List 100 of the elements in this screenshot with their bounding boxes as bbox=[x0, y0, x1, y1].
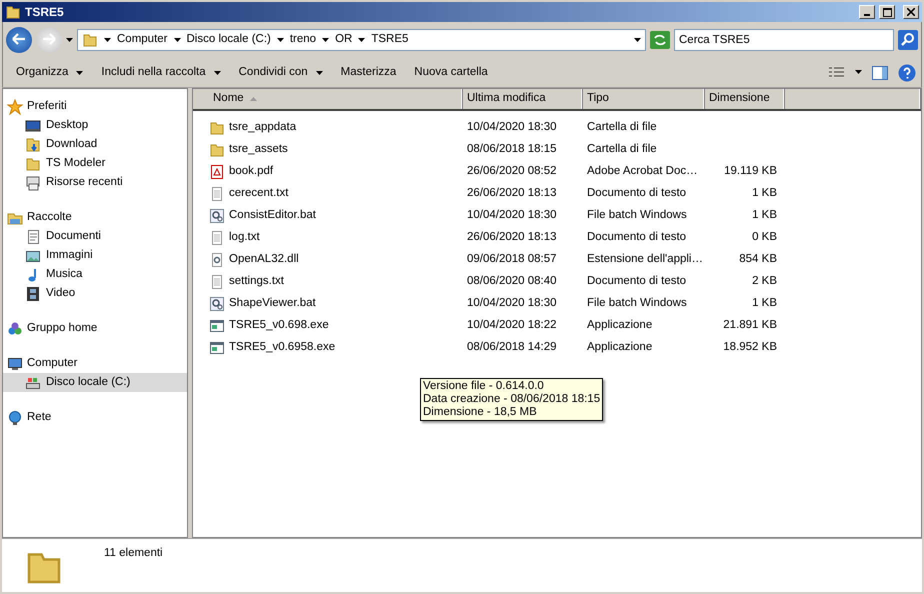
navigation-item[interactable]: Disco locale (C:) bbox=[3, 373, 187, 392]
file-row[interactable]: settings.txt 08/06/2020 08:40 Documento di testo 2 KB bbox=[193, 271, 921, 293]
back-arrow-icon bbox=[12, 33, 26, 46]
toolbar-button[interactable]: Organizza bbox=[8, 62, 92, 84]
folder-icon bbox=[5, 4, 21, 20]
text-file-icon bbox=[209, 186, 225, 202]
breadcrumb-item[interactable]: TSRE5 bbox=[371, 31, 408, 49]
file-size: 19.119 KB bbox=[724, 165, 777, 178]
file-type: Adobe Acrobat Doc… bbox=[587, 165, 698, 178]
navigation-header[interactable]: Preferiti bbox=[3, 97, 187, 116]
file-row[interactable]: OpenAL32.dll 09/06/2018 08:57 Estensione dell'appli… 854 KB bbox=[193, 249, 921, 271]
modified-date: 09/06/2018 08:57 bbox=[467, 253, 557, 266]
navigation-item[interactable]: Video bbox=[3, 284, 187, 303]
download-folder-icon bbox=[25, 136, 41, 152]
network-icon bbox=[7, 410, 23, 426]
file-name: settings.txt bbox=[229, 274, 284, 290]
caret-icon bbox=[66, 38, 73, 42]
caret-icon bbox=[214, 70, 221, 74]
modified-date: 26/06/2020 08:52 bbox=[467, 165, 557, 178]
view-options-icon[interactable] bbox=[829, 66, 845, 78]
caret-icon bbox=[634, 38, 641, 42]
navigation-item[interactable]: Immagini bbox=[3, 246, 187, 265]
caret-icon bbox=[322, 38, 330, 42]
help-icon[interactable] bbox=[898, 64, 916, 82]
text-file-icon bbox=[209, 274, 225, 290]
modified-date: 08/06/2020 08:40 bbox=[467, 275, 557, 288]
breadcrumb-item[interactable]: OR bbox=[335, 31, 352, 49]
item-count: 11 elementi bbox=[103, 546, 163, 561]
file-name: ConsistEditor.bat bbox=[229, 208, 316, 224]
file-type: Applicazione bbox=[587, 341, 652, 354]
file-name: log.txt bbox=[229, 230, 260, 246]
file-row[interactable]: tsre_assets 08/06/2018 18:15 Cartella di file bbox=[193, 139, 921, 161]
file-type: File batch Windows bbox=[587, 209, 687, 222]
file-name: ShapeViewer.bat bbox=[229, 296, 316, 312]
caret-icon bbox=[276, 38, 284, 42]
modified-date: 26/06/2020 18:13 bbox=[467, 231, 557, 244]
file-row[interactable]: log.txt 26/06/2020 18:13 Documento di testo 0 KB bbox=[193, 227, 921, 249]
file-row[interactable]: cerecent.txt 26/06/2020 18:13 Documento di testo 1 KB bbox=[193, 183, 921, 205]
refresh-icon[interactable] bbox=[650, 31, 670, 49]
navigation-header[interactable]: Gruppo home bbox=[3, 319, 187, 338]
breadcrumb-item[interactable]: Computer bbox=[117, 31, 168, 49]
toolbar-button[interactable]: Nuova cartella bbox=[406, 62, 496, 84]
modified-date: 10/04/2020 18:30 bbox=[467, 121, 557, 134]
toolbar-button[interactable]: Masterizza bbox=[332, 62, 404, 84]
folder-icon bbox=[25, 156, 41, 172]
file-name: tsre_assets bbox=[229, 142, 288, 158]
caret-icon bbox=[104, 38, 111, 42]
modified-date: 08/06/2018 14:29 bbox=[467, 341, 557, 354]
file-type: Documento di testo bbox=[587, 231, 686, 244]
file-size: 1 KB bbox=[752, 209, 777, 222]
navigation-item[interactable]: Risorse recenti bbox=[3, 173, 187, 192]
preview-pane-icon[interactable] bbox=[872, 66, 888, 80]
navigation-item[interactable]: Documenti bbox=[3, 227, 187, 246]
gear-file-icon bbox=[209, 208, 225, 224]
navigation-header[interactable]: Raccolte bbox=[3, 208, 187, 227]
close-button[interactable] bbox=[903, 5, 919, 19]
desktop-icon bbox=[25, 118, 41, 134]
file-name: cerecent.txt bbox=[229, 186, 288, 202]
file-row[interactable]: tsre_appdata 10/04/2020 18:30 Cartella di file bbox=[193, 117, 921, 139]
sort-arrow-icon bbox=[250, 97, 257, 101]
maximize-button[interactable] bbox=[879, 5, 895, 19]
file-size: 18.952 KB bbox=[723, 341, 777, 354]
folder-icon bbox=[209, 120, 225, 136]
navigation-item[interactable]: TS Modeler bbox=[3, 154, 187, 173]
document-icon bbox=[25, 228, 41, 244]
caret-icon bbox=[174, 38, 180, 42]
file-type: Documento di testo bbox=[587, 187, 686, 200]
address-bar[interactable]: Computer Disco locale (C:) treno OR TSRE5 bbox=[77, 29, 646, 51]
navigation-item[interactable]: Download bbox=[3, 135, 187, 154]
toolbar-button[interactable]: Condividi con bbox=[230, 62, 331, 84]
navigation-header[interactable]: Computer bbox=[3, 354, 187, 373]
navigation-item[interactable]: Musica bbox=[3, 265, 187, 284]
folder-icon bbox=[209, 142, 225, 158]
breadcrumb-item[interactable]: Disco locale (C:) bbox=[186, 31, 271, 49]
modified-date: 26/06/2020 18:13 bbox=[467, 187, 557, 200]
file-type: Cartella di file bbox=[587, 121, 657, 134]
modified-date: 10/04/2020 18:30 bbox=[467, 297, 557, 310]
caret-icon bbox=[855, 70, 862, 74]
file-row[interactable]: ShapeViewer.bat 10/04/2020 18:30 File batch Windows 1 KB bbox=[193, 293, 921, 315]
minimize-button[interactable] bbox=[859, 5, 875, 19]
modified-date: 08/06/2018 18:15 bbox=[467, 143, 557, 156]
file-row[interactable]: ConsistEditor.bat 10/04/2020 18:30 File batch Windows 1 KB bbox=[193, 205, 921, 227]
caret-icon bbox=[316, 70, 323, 74]
file-row[interactable]: TSRE5_v0.698.exe 10/04/2020 18:22 Applicazione 21.891 KB bbox=[193, 315, 921, 337]
file-name: book.pdf bbox=[229, 164, 274, 180]
navigation-header[interactable]: Rete bbox=[3, 408, 187, 427]
star-icon bbox=[7, 98, 23, 114]
file-name: TSRE5_v0.6958.exe bbox=[229, 340, 336, 356]
file-size: 21.891 KB bbox=[723, 319, 777, 332]
film-icon bbox=[25, 286, 41, 302]
toolbar-button[interactable]: Includi nella raccolta bbox=[93, 62, 229, 84]
file-name: tsre_appdata bbox=[229, 120, 296, 136]
search-field[interactable]: Cerca TSRE5 bbox=[674, 29, 894, 51]
breadcrumb-item[interactable]: treno bbox=[290, 31, 316, 49]
program-icon bbox=[209, 340, 225, 356]
file-row[interactable]: book.pdf 26/06/2020 08:52 Adobe Acrobat Doc… 19.119 KB bbox=[193, 161, 921, 183]
back-button[interactable] bbox=[6, 27, 32, 53]
navigation-item[interactable]: Desktop bbox=[3, 116, 187, 135]
file-row[interactable]: TSRE5_v0.6958.exe 08/06/2018 14:29 Applicazione 18.952 KB bbox=[193, 337, 921, 359]
search-icon[interactable] bbox=[898, 30, 918, 50]
